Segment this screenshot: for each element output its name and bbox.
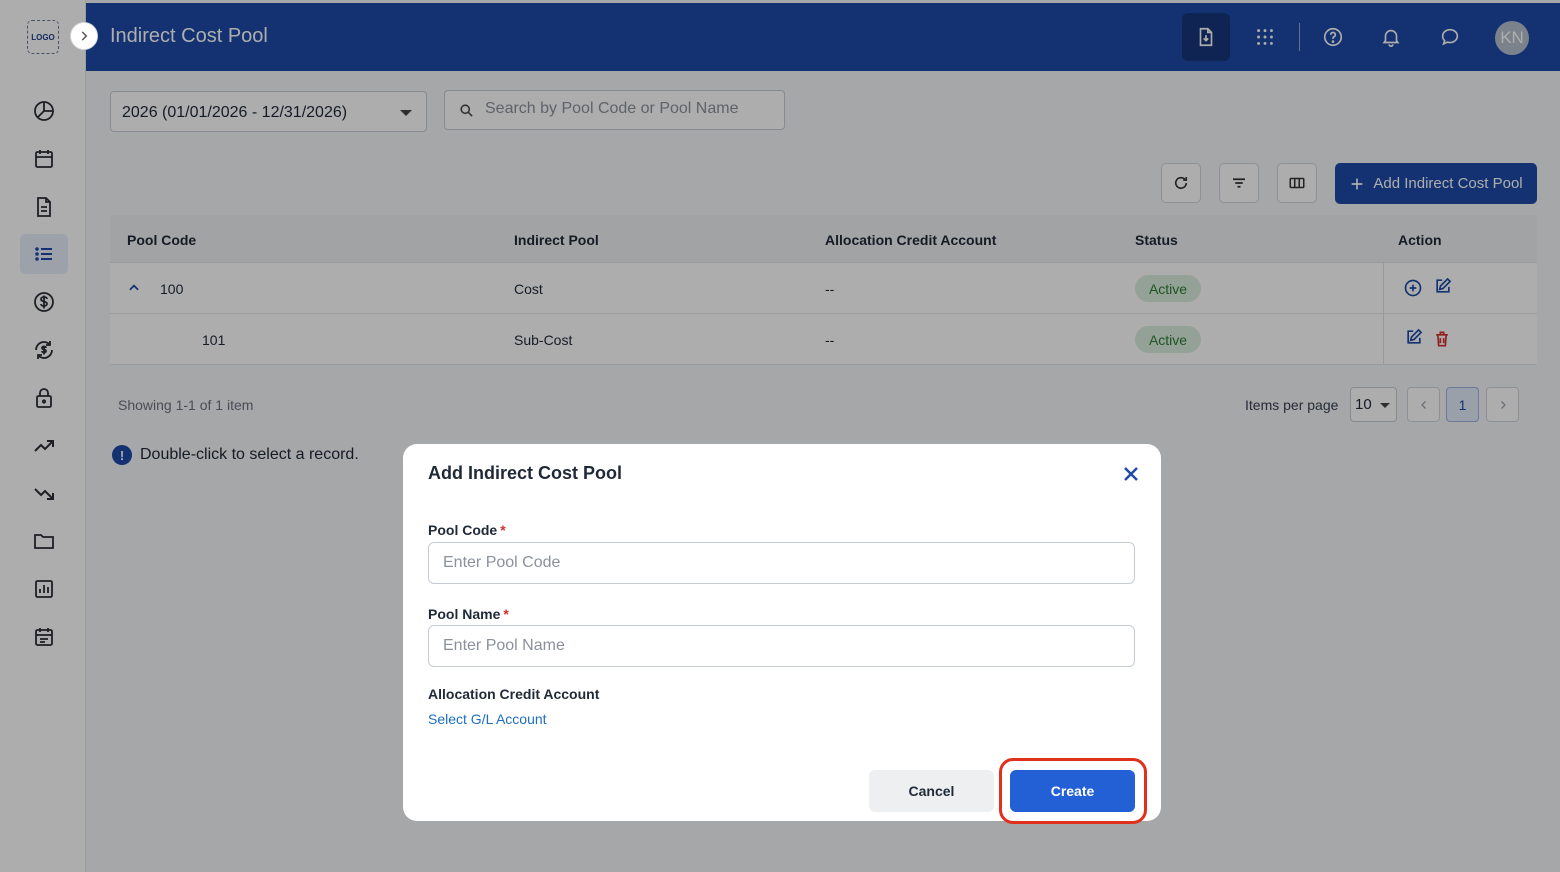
required-mark: * — [503, 606, 509, 622]
pool-name-label: Pool Name * — [428, 606, 509, 622]
pool-name-input[interactable] — [428, 625, 1135, 667]
sidebar-expand-button[interactable] — [70, 22, 98, 50]
pool-code-label-text: Pool Code — [428, 522, 498, 538]
pool-code-input[interactable] — [428, 542, 1135, 584]
cancel-button[interactable]: Cancel — [869, 770, 994, 812]
chevron-right-icon — [81, 31, 88, 41]
allocation-account-label: Allocation Credit Account — [428, 686, 600, 702]
create-button-highlight — [999, 758, 1147, 824]
add-pool-dialog: Add Indirect Cost Pool Pool Code* Pool N… — [403, 444, 1161, 824]
pool-code-label: Pool Code * — [428, 522, 506, 538]
close-icon[interactable] — [1119, 462, 1143, 486]
required-mark: * — [500, 522, 506, 538]
dialog-title: Add Indirect Cost Pool — [428, 463, 623, 483]
pool-name-label-text: Pool Name — [428, 606, 501, 622]
select-gl-account-link[interactable]: Select G/L Account — [428, 711, 547, 727]
